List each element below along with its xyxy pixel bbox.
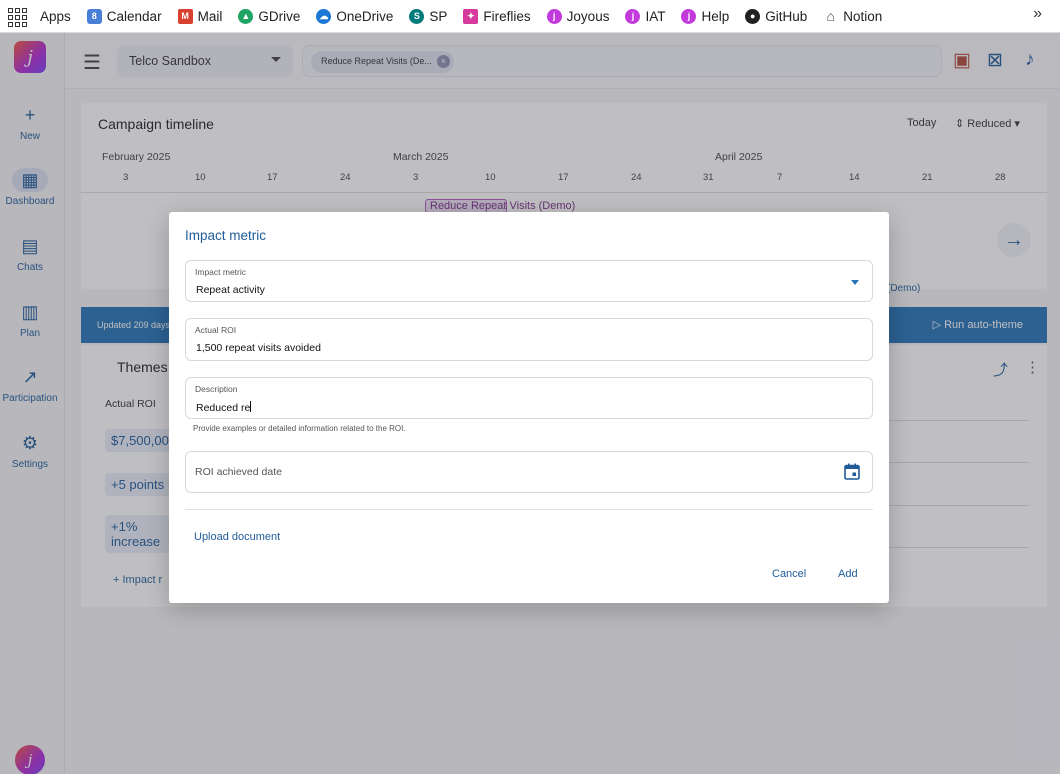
joyous-icon: j xyxy=(625,8,641,24)
calendar-icon[interactable] xyxy=(844,463,860,480)
bookmark-joyous[interactable]: j Joyous xyxy=(546,8,610,24)
field-label: Actual ROI xyxy=(195,325,237,335)
bookmark-gdrive[interactable]: ▲ GDrive xyxy=(238,8,301,24)
bookmark-label: OneDrive xyxy=(336,8,394,24)
bookmark-iat[interactable]: j IAT xyxy=(625,8,666,24)
onedrive-icon: ☁ xyxy=(316,8,332,24)
bookmark-label: GDrive xyxy=(258,8,301,24)
add-button[interactable]: Add xyxy=(838,568,858,580)
impact-metric-select[interactable]: Impact metric Repeat activity xyxy=(185,260,873,302)
bookmark-fireflies[interactable]: ✦ Fireflies xyxy=(463,8,531,24)
bookmark-label: Fireflies xyxy=(483,8,531,24)
apps-grid-icon[interactable] xyxy=(6,6,27,27)
description-helper: Provide examples or detailed information… xyxy=(193,424,406,433)
bookmark-onedrive[interactable]: ☁ OneDrive xyxy=(316,8,394,24)
bookmark-mail[interactable]: M Mail xyxy=(177,8,223,24)
field-value-wrap: Reduced re xyxy=(196,401,252,414)
gdrive-icon: ▲ xyxy=(238,8,254,24)
calendar-icon: 8 xyxy=(86,8,102,24)
impact-metric-dialog: Impact metric Impact metric Repeat activ… xyxy=(169,212,889,603)
dialog-title: Impact metric xyxy=(185,228,267,243)
bookmark-label: Joyous xyxy=(566,8,610,24)
mail-icon: M xyxy=(177,8,193,24)
description-value: Reduced re xyxy=(196,402,251,414)
description-field[interactable]: Description Reduced re xyxy=(185,377,873,419)
bookmark-label: Help xyxy=(701,8,730,24)
bookmark-label: Mail xyxy=(197,8,223,24)
date-placeholder: ROI achieved date xyxy=(195,466,282,478)
text-cursor xyxy=(250,401,252,412)
roi-date-field[interactable]: ROI achieved date xyxy=(185,451,873,493)
field-value: 1,500 repeat visits avoided xyxy=(196,342,321,354)
bookmark-label: Notion xyxy=(843,8,883,24)
chevron-down-icon xyxy=(851,280,859,285)
upload-document-button[interactable]: Upload document xyxy=(194,531,280,543)
dialog-divider xyxy=(185,509,873,510)
bookmarks-bar: Apps 8 Calendar M Mail ▲ GDrive ☁ OneDrive S… xyxy=(0,0,1060,33)
field-label: Impact metric xyxy=(195,267,247,277)
actual-roi-field[interactable]: Actual ROI 1,500 repeat visits avoided xyxy=(185,318,873,361)
field-label: Description xyxy=(195,384,238,394)
bookmark-sp[interactable]: S SP xyxy=(409,8,448,24)
joyous-icon: j xyxy=(546,8,562,24)
joyous-icon: j xyxy=(681,8,697,24)
bookmark-label: GitHub xyxy=(765,8,808,24)
sharepoint-icon: S xyxy=(409,8,425,24)
chevron-double-right-icon[interactable]: » xyxy=(1033,5,1042,23)
bookmark-label: Apps xyxy=(40,8,71,24)
bookmark-label: IAT xyxy=(645,8,666,24)
bookmark-help[interactable]: j Help xyxy=(681,8,730,24)
home-icon: ⌂ xyxy=(823,8,839,24)
github-icon: ● xyxy=(745,8,761,24)
bookmark-label: Calendar xyxy=(106,8,162,24)
fireflies-icon: ✦ xyxy=(463,8,479,24)
bookmark-calendar[interactable]: 8 Calendar xyxy=(86,8,162,24)
cancel-button[interactable]: Cancel xyxy=(772,568,806,580)
bookmark-apps[interactable]: Apps xyxy=(40,9,71,24)
bookmark-label: SP xyxy=(429,8,448,24)
field-value: Repeat activity xyxy=(196,284,265,296)
bookmark-github[interactable]: ● GitHub xyxy=(745,8,808,24)
bookmark-notion[interactable]: ⌂ Notion xyxy=(823,8,883,24)
